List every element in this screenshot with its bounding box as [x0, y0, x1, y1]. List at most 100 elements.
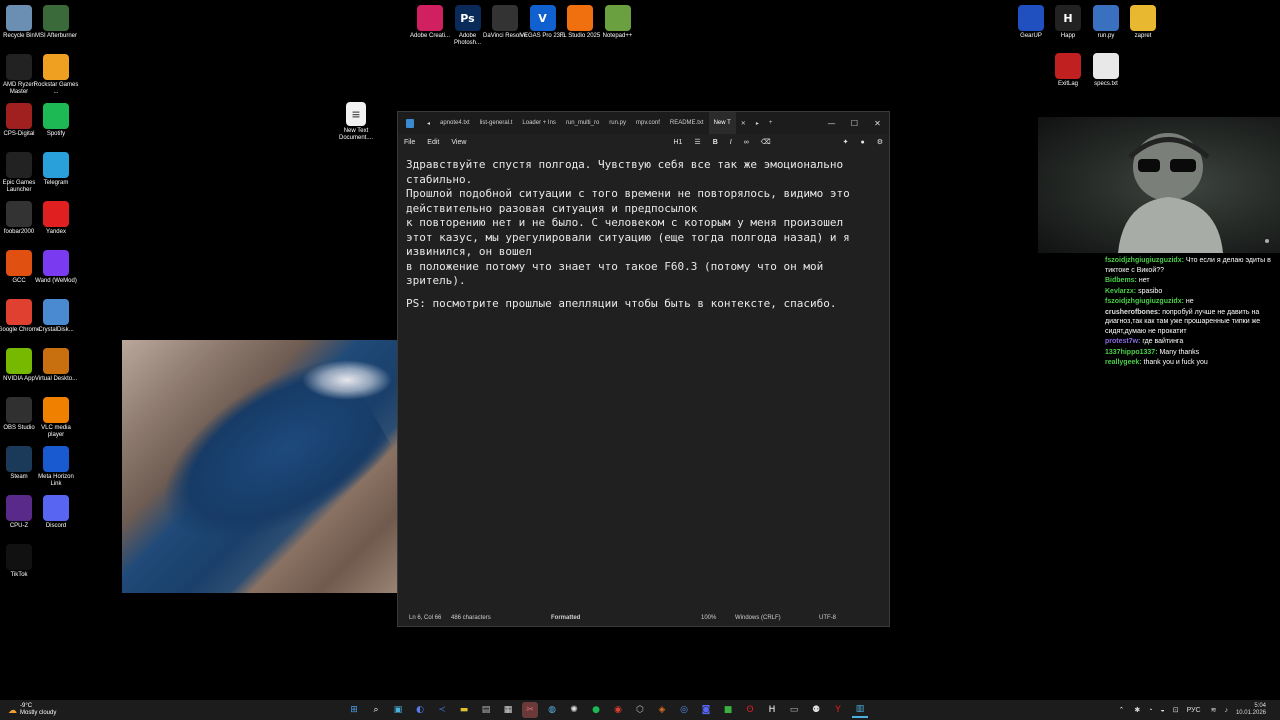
notepad-tab[interactable]: mpv.conf: [631, 112, 665, 134]
app-icon-6[interactable]: ◎: [676, 702, 692, 718]
language-indicator[interactable]: РУС: [1187, 707, 1201, 714]
steam-taskbar-icon[interactable]: ◍: [544, 702, 560, 718]
desktop-vlc[interactable]: VLC media player: [33, 397, 79, 439]
desktop-msi-afterburner[interactable]: MSI Afterburner: [33, 5, 79, 40]
chat-username: fszoidjzhgiugiuzguzidx:: [1105, 257, 1186, 264]
desktop-virtual-desktop[interactable]: Virtual Deskto...: [33, 348, 79, 383]
desktop-notepadpp[interactable]: Notepad++: [595, 5, 641, 40]
notepad-menubar: File Edit View H1 ☰ B I ∞ ⌫ ✦ ● ⚙: [398, 134, 889, 150]
taskbar: ☁ -9°C Mostly cloudy ⊞ ⌕ ▣ ◐ ≺ ▬ ▤ ▦ ✂ ◍…: [0, 700, 1280, 720]
new-tab-button[interactable]: +: [764, 112, 778, 134]
text-file-icon: [1093, 53, 1119, 79]
snipping-tool-icon[interactable]: ✂: [522, 702, 538, 718]
notepad-tab[interactable]: Loader + Ins: [517, 112, 561, 134]
italic-icon[interactable]: I: [724, 139, 738, 146]
maximize-button[interactable]: ☐: [843, 119, 866, 128]
close-button[interactable]: ✕: [866, 119, 889, 128]
chat-username: Bidbems:: [1105, 277, 1139, 284]
notepad-taskbar-icon[interactable]: ▥: [852, 702, 868, 718]
settings-gear-icon[interactable]: ⚙: [871, 138, 889, 146]
notepad-tab[interactable]: New T: [708, 112, 736, 134]
desktop-telegram[interactable]: Telegram: [33, 152, 79, 187]
minecraft-icon[interactable]: ■: [720, 702, 736, 718]
app-icon-8[interactable]: ▭: [786, 702, 802, 718]
gcc-icon: [6, 250, 32, 276]
app-icon-4[interactable]: ⬡: [632, 702, 648, 718]
task-view-icon[interactable]: ▣: [390, 702, 406, 718]
desktop-spotify[interactable]: Spotify: [33, 103, 79, 138]
recycle-bin-icon: [6, 5, 32, 31]
link-icon[interactable]: ∞: [738, 139, 755, 146]
app-icon-5[interactable]: ◈: [654, 702, 670, 718]
yandex-taskbar-icon[interactable]: Y: [830, 702, 846, 718]
clock[interactable]: 5:04 10.01.2026: [1236, 703, 1266, 717]
cpuz-icon: [6, 495, 32, 521]
spotify-taskbar-icon[interactable]: ●: [588, 702, 604, 718]
menu-view[interactable]: View: [445, 139, 472, 146]
app-icon-7[interactable]: ʘ: [742, 702, 758, 718]
notepad-tab[interactable]: run_multi_ro: [561, 112, 604, 134]
notepad-tab[interactable]: apnote4.txt: [435, 112, 475, 134]
network-icon[interactable]: ◔: [1148, 707, 1152, 714]
volume-icon[interactable]: ♪: [1224, 707, 1228, 714]
status-format-mode[interactable]: Formatted: [551, 615, 701, 621]
happ-taskbar-icon[interactable]: H: [764, 702, 780, 718]
tab-scroll-right-icon[interactable]: ▸: [751, 112, 764, 134]
bluetooth-icon[interactable]: ✱: [1134, 706, 1140, 714]
minimize-button[interactable]: —: [820, 119, 843, 128]
account-icon[interactable]: ●: [854, 139, 870, 146]
desktop-text-file[interactable]: specs.txt: [1083, 53, 1129, 88]
app-icon-2[interactable]: ▤: [478, 702, 494, 718]
status-zoom[interactable]: 100%: [701, 615, 735, 621]
weather-desc: Mostly cloudy: [20, 710, 57, 716]
desktop-wemod[interactable]: Wand (WeMod): [33, 250, 79, 285]
tab-close-icon[interactable]: ✕: [736, 112, 751, 134]
start-button[interactable]: ⊞: [346, 702, 362, 718]
notepad-tab[interactable]: run.py: [604, 112, 631, 134]
status-encoding[interactable]: UTF-8: [819, 615, 836, 621]
discord-taskbar-icon[interactable]: ◙: [698, 702, 714, 718]
copilot-icon[interactable]: ✦: [837, 138, 855, 146]
notepad-window[interactable]: ◂ apnote4.txt list-general.t Loader + Ins r…: [397, 111, 890, 627]
heading-dropdown[interactable]: H1: [667, 139, 688, 146]
desktop-yandex[interactable]: Yandex: [33, 201, 79, 236]
desktop-file-new-text-document[interactable]: ≡ New Text Document....: [334, 102, 378, 142]
weather-widget[interactable]: ☁ -9°C Mostly cloudy: [0, 703, 320, 717]
tab-scroll-left-icon[interactable]: ◂: [422, 112, 435, 134]
desktop-icon-label: MSI Afterburner: [34, 33, 78, 39]
desktop-crystaldisk[interactable]: CrystalDisk...: [33, 299, 79, 334]
desktop-meta[interactable]: Meta Horizon Link: [33, 446, 79, 488]
desktop-rockstar[interactable]: Rockstar Games ...: [33, 54, 79, 96]
explorer-icon[interactable]: ▬: [456, 702, 472, 718]
list-format-icon[interactable]: ☰: [688, 138, 706, 146]
chat-message: reallygeek: thank you и fuck you: [1105, 358, 1277, 368]
menu-file[interactable]: File: [398, 139, 421, 146]
wifi-icon[interactable]: ≋: [1211, 706, 1217, 714]
desktop-discord[interactable]: Discord: [33, 495, 79, 530]
notepad-editor[interactable]: Здравствуйте спустя полгода. Чувствую се…: [406, 158, 886, 311]
vscode-icon[interactable]: ≺: [434, 702, 450, 718]
notepad-tab[interactable]: list-general.t: [475, 112, 518, 134]
bold-button[interactable]: B: [707, 139, 724, 146]
app-icon-3[interactable]: ▦: [500, 702, 516, 718]
tray-chevron-icon[interactable]: ⌃: [1118, 706, 1124, 714]
notepad-tab[interactable]: README.txt: [665, 112, 709, 134]
search-icon[interactable]: ⌕: [368, 702, 384, 718]
chrome-taskbar-icon[interactable]: ◉: [610, 702, 626, 718]
tray-icon-2[interactable]: ◒: [1160, 707, 1164, 714]
menu-edit[interactable]: Edit: [421, 139, 445, 146]
chatgpt-icon[interactable]: ✺: [566, 702, 582, 718]
chat-message: Kevlarzx: spasibo: [1105, 287, 1277, 297]
app-icon-9[interactable]: ⚉: [808, 702, 824, 718]
discord-icon: [43, 495, 69, 521]
status-line-ending[interactable]: Windows (CRLF): [735, 615, 819, 621]
desktop-folder[interactable]: zapret: [1120, 5, 1166, 40]
chat-username: 1337hippo1337:: [1105, 348, 1160, 356]
python-file-icon: [1093, 5, 1119, 31]
desktop-icon-label: Discord: [45, 523, 67, 529]
clear-format-icon[interactable]: ⌫: [755, 138, 777, 146]
app-icon-1[interactable]: ◐: [412, 702, 428, 718]
spotify-icon: [43, 103, 69, 129]
tray-icon-3[interactable]: ⊡: [1173, 706, 1179, 714]
desktop-tiktok[interactable]: TikTok: [0, 544, 42, 579]
